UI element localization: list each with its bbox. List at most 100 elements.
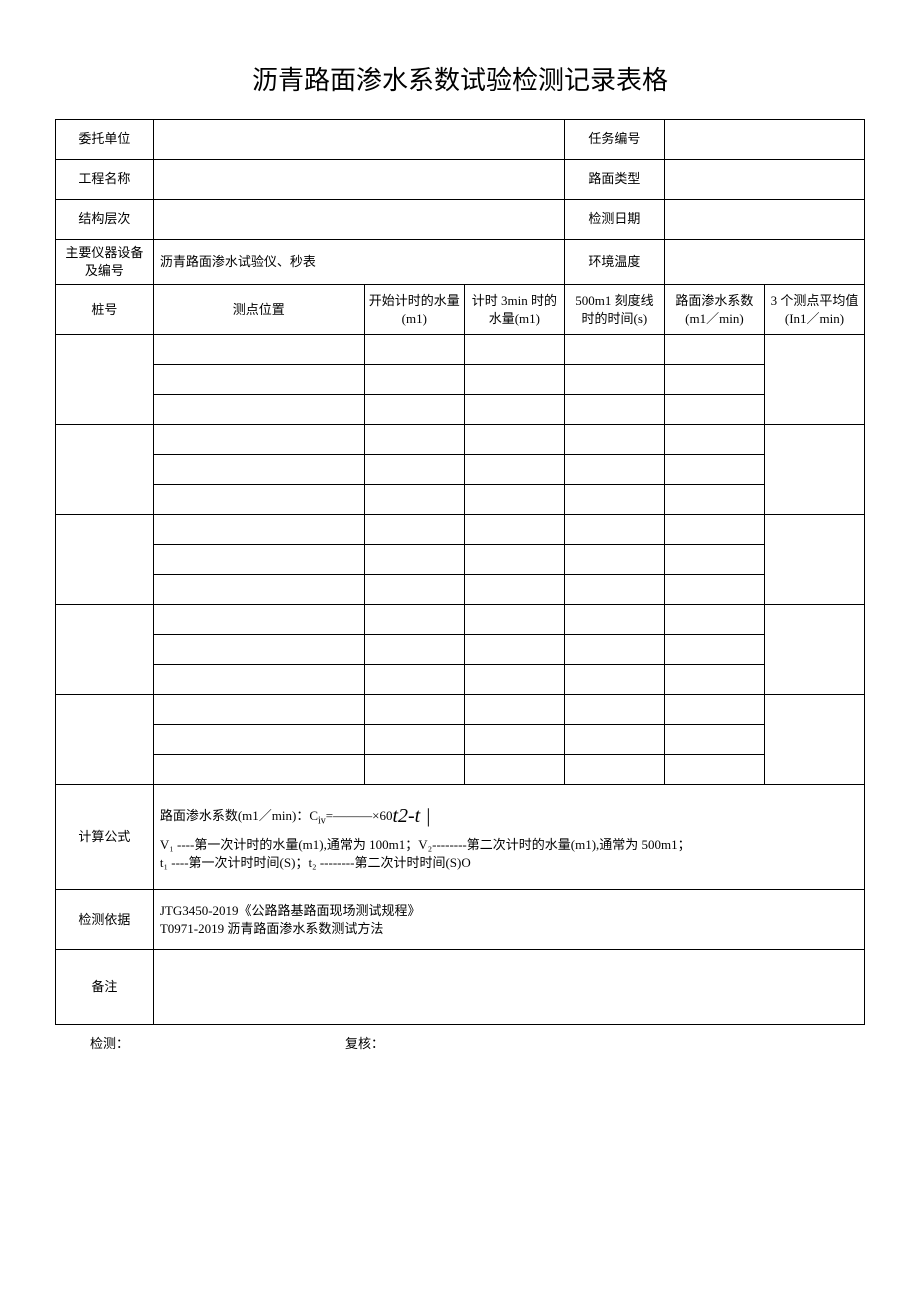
table-cell: [664, 605, 764, 635]
table-cell: [364, 545, 464, 575]
table-cell: [464, 395, 564, 425]
table-cell: [564, 485, 664, 515]
table-cell: [364, 755, 464, 785]
table-cell: [664, 635, 764, 665]
record-table: 委托单位 任务编号 工程名称 路面类型 结构层次 检测日期 主要仪器设备及编号 …: [55, 119, 865, 1025]
table-cell: [364, 425, 464, 455]
stake-cell: [56, 425, 154, 515]
table-cell: [364, 605, 464, 635]
footer-inspect: 检测：: [90, 1033, 345, 1052]
basis-line2: T0971-2019 沥青路面渗水系数测试方法: [160, 920, 860, 938]
footer: 检测： 复核：: [55, 1033, 865, 1052]
table-cell: [664, 725, 764, 755]
footer-review: 复核：: [345, 1033, 384, 1052]
avg-cell: [764, 515, 864, 605]
label-pavement-type: 路面类型: [564, 160, 664, 200]
formula-line2: V₁ ----第一次计时的水量(m1),通常为 100m1；V₂--------…: [160, 836, 860, 854]
table-cell: [664, 335, 764, 365]
value-test-date: [664, 200, 864, 240]
value-project: [153, 160, 564, 200]
table-cell: [464, 365, 564, 395]
table-cell: [464, 605, 564, 635]
col-point-loc: 测点位置: [153, 285, 364, 335]
table-cell: [464, 695, 564, 725]
value-client: [153, 120, 564, 160]
formula-line3: t₁ ----第一次计时时间(S)；t₂ --------第二次计时时间(S)O: [160, 854, 860, 872]
basis-line1: JTG3450-2019《公路路基路面现场测试规程》: [160, 902, 860, 920]
table-cell: [664, 695, 764, 725]
formula-content: 路面渗水系数(m1／min)：Civ=———×60t2-t | V₁ ----第…: [153, 785, 864, 890]
table-cell: [464, 725, 564, 755]
table-cell: [464, 575, 564, 605]
formula-line1-prefix: 路面渗水系数(m1／min)：C: [160, 808, 318, 823]
avg-cell: [764, 605, 864, 695]
col-avg3: 3 个测点平均值(In1／min): [764, 285, 864, 335]
table-cell: [364, 635, 464, 665]
table-cell: [564, 755, 664, 785]
formula-line1-sub: iv: [318, 816, 326, 827]
table-cell: [153, 335, 364, 365]
table-cell: [564, 665, 664, 695]
value-env-temp: [664, 240, 864, 285]
table-cell: [464, 665, 564, 695]
table-cell: [364, 455, 464, 485]
table-cell: [564, 425, 664, 455]
table-cell: [364, 335, 464, 365]
table-cell: [464, 755, 564, 785]
page-title: 沥青路面渗水系数试验检测记录表格: [55, 60, 865, 97]
table-cell: [364, 575, 464, 605]
remark-content: [153, 950, 864, 1025]
table-cell: [464, 335, 564, 365]
table-cell: [564, 335, 664, 365]
table-cell: [153, 485, 364, 515]
table-cell: [153, 755, 364, 785]
label-client: 委托单位: [56, 120, 154, 160]
table-cell: [564, 575, 664, 605]
table-cell: [564, 725, 664, 755]
table-cell: [153, 635, 364, 665]
table-cell: [153, 455, 364, 485]
table-cell: [464, 635, 564, 665]
table-cell: [364, 665, 464, 695]
label-test-date: 检测日期: [564, 200, 664, 240]
table-cell: [664, 365, 764, 395]
value-equipment: 沥青路面渗水试验仪、秒表: [153, 240, 564, 285]
value-pavement-type: [664, 160, 864, 200]
table-cell: [153, 605, 364, 635]
stake-cell: [56, 605, 154, 695]
value-task-no: [664, 120, 864, 160]
col-stake: 桩号: [56, 285, 154, 335]
table-cell: [464, 455, 564, 485]
table-cell: [464, 515, 564, 545]
table-cell: [564, 365, 664, 395]
table-cell: [464, 545, 564, 575]
col-time-500: 500m1 刻度线时的时间(s): [564, 285, 664, 335]
label-basis: 检测依据: [56, 890, 154, 950]
table-cell: [664, 455, 764, 485]
col-water-start: 开始计时的水量(m1): [364, 285, 464, 335]
table-cell: [364, 515, 464, 545]
table-cell: [153, 575, 364, 605]
col-coef: 路面渗水系数(m1／min): [664, 285, 764, 335]
table-cell: [464, 485, 564, 515]
table-cell: [564, 455, 664, 485]
table-cell: [664, 425, 764, 455]
table-cell: [564, 395, 664, 425]
table-cell: [564, 605, 664, 635]
table-cell: [153, 395, 364, 425]
table-cell: [464, 425, 564, 455]
table-cell: [153, 665, 364, 695]
table-cell: [153, 695, 364, 725]
table-cell: [364, 725, 464, 755]
table-cell: [664, 665, 764, 695]
table-cell: [564, 515, 664, 545]
stake-cell: [56, 695, 154, 785]
avg-cell: [764, 335, 864, 425]
basis-content: JTG3450-2019《公路路基路面现场测试规程》 T0971-2019 沥青…: [153, 890, 864, 950]
avg-cell: [764, 425, 864, 515]
table-cell: [564, 695, 664, 725]
table-cell: [364, 485, 464, 515]
table-cell: [664, 575, 764, 605]
stake-cell: [56, 515, 154, 605]
label-task-no: 任务编号: [564, 120, 664, 160]
